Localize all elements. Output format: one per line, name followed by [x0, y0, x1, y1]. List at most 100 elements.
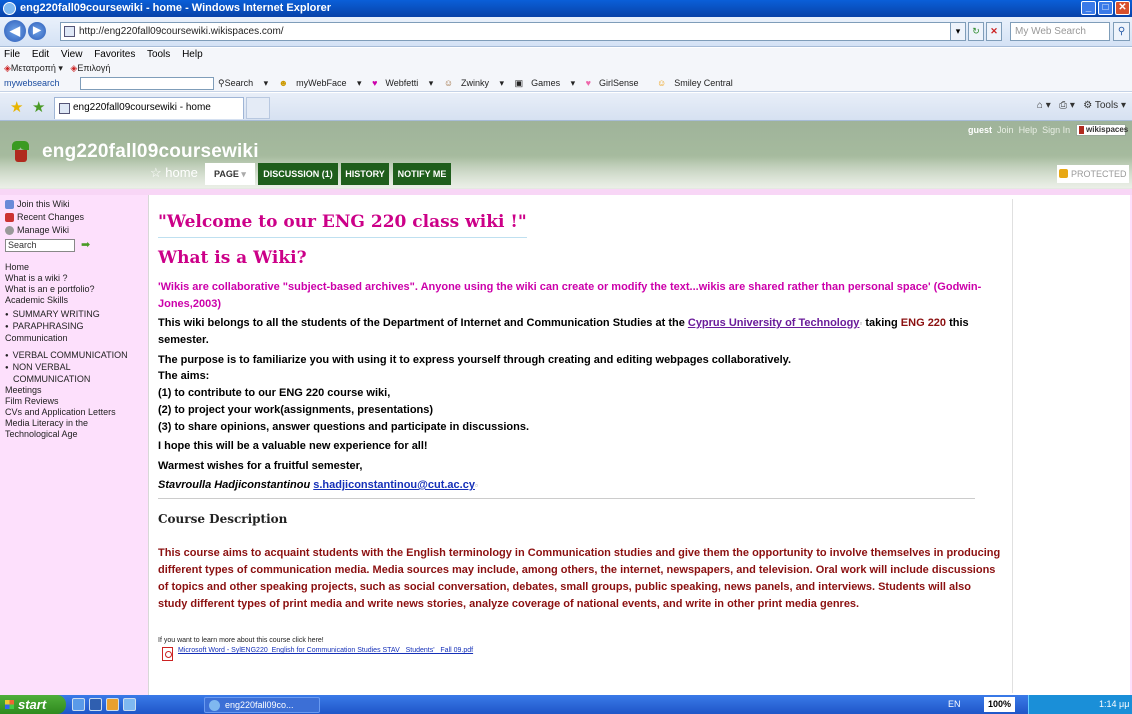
print-icon[interactable]: ⎙ ▾	[1059, 100, 1075, 111]
windows-logo-icon	[5, 700, 14, 709]
belongs-paragraph: This wiki belongs to all the students of…	[158, 317, 969, 346]
windows-taskbar: start eng220fall09co... EN 100% 1:14 μμ	[0, 695, 1132, 714]
sidebar-search-input[interactable]: Search	[5, 239, 75, 252]
tab-discussion[interactable]: DISCUSSION (1)	[258, 163, 338, 185]
add-favorite-icon[interactable]: ★	[32, 98, 45, 116]
menu-view[interactable]: View	[61, 49, 83, 60]
command-bar: ⌂ ▾ ⎙ ▾ ⚙ Tools ▾	[1037, 100, 1126, 111]
menu-edit[interactable]: Edit	[32, 49, 49, 60]
forward-button[interactable]: ▶	[28, 22, 46, 40]
outlook-icon[interactable]	[106, 698, 119, 711]
sidebar-link-home[interactable]: Home	[5, 262, 148, 273]
hope-text: I hope this will be a valuable new exper…	[158, 440, 428, 452]
start-button[interactable]: start	[0, 695, 66, 714]
gear-icon	[5, 226, 14, 235]
toolbar-link-mywebface[interactable]: ☻ myWebFace ▾	[279, 78, 362, 88]
wikispaces-plant-icon	[12, 139, 30, 163]
course-description-text: This course aims to acquaint students wi…	[158, 547, 1001, 610]
tab-bar: ★ ★ eng220fall09coursewiki - home ⌂ ▾ ⎙ …	[0, 93, 1132, 121]
convert-button[interactable]: ◈Μετατροπή ▾	[4, 63, 63, 73]
stop-icon[interactable]: ✕	[986, 22, 1002, 41]
sidebar-link-film-reviews[interactable]: Film Reviews	[5, 396, 148, 407]
scrollbar[interactable]	[1117, 199, 1130, 694]
menu-help[interactable]: Help	[182, 49, 203, 60]
toolbar-link-smiley-central[interactable]: ☺ Smiley Central	[657, 78, 741, 88]
learn-more-text: If you want to learn more about this cou…	[158, 637, 324, 644]
new-tab-button[interactable]	[246, 97, 270, 119]
syllabus-pdf-link[interactable]: Microsoft Word - SylENG220_English for C…	[178, 647, 473, 654]
author-line: Stavroulla Hadjiconstantinou s.hadjicons…	[158, 479, 478, 491]
search-go-arrow-icon[interactable]: ➡	[81, 240, 90, 251]
lock-icon	[1059, 169, 1068, 178]
zoom-level[interactable]: 100%	[984, 697, 1016, 712]
menu-bar: File Edit View Favorites Tools Help	[0, 48, 1132, 62]
clock: 1:14 μμ	[1099, 699, 1130, 709]
browser-icon[interactable]	[123, 698, 136, 711]
aim-3: (3) to share opinions, answer questions …	[158, 421, 530, 433]
page-icon	[59, 103, 70, 114]
mywebsearch-toolbar: mywebsearch ⚲Search ▾ ☻ myWebFace ▾ ♥ Webf…	[0, 75, 1132, 92]
ie-icon	[3, 2, 16, 15]
sidebar-link-communication[interactable]: Communication	[5, 333, 148, 344]
refresh-icon[interactable]: ↻	[968, 22, 984, 41]
toolbar-link-games[interactable]: ▣ Games ▾	[515, 78, 576, 88]
purpose-text: The purpose is to familiarize you with u…	[158, 354, 792, 366]
sidebar-link-meetings[interactable]: Meetings	[5, 385, 148, 396]
user-icon	[5, 200, 14, 209]
sidebar-manage-wiki[interactable]: Manage Wiki	[5, 225, 148, 236]
web-search-input[interactable]: My Web Search	[1010, 22, 1110, 41]
tab-notify-me[interactable]: NOTIFY ME	[393, 163, 451, 185]
pdf-icon	[162, 647, 173, 661]
menu-favorites[interactable]: Favorites	[94, 49, 135, 60]
sidebar-recent-changes[interactable]: Recent Changes	[5, 212, 148, 223]
sidebar-link-cvs[interactable]: CVs and Application Letters	[5, 407, 148, 418]
page-icon	[64, 26, 75, 37]
language-indicator[interactable]: EN	[948, 695, 961, 714]
maximize-button[interactable]: □	[1098, 1, 1113, 15]
tab-home[interactable]: ☆ home	[150, 165, 198, 181]
sidebar-join[interactable]: Join this Wiki	[5, 199, 148, 210]
taskbar-ie-window[interactable]: eng220fall09co...	[204, 697, 320, 713]
select-button[interactable]: ◈Επιλογή	[70, 63, 110, 73]
browser-tab-home[interactable]: eng220fall09coursewiki - home	[54, 97, 244, 119]
toolbar-link-webfetti[interactable]: ♥ Webfetti ▾	[372, 78, 433, 88]
aims-label: The aims:	[158, 370, 210, 382]
email-link[interactable]: s.hadjiconstantinou@cut.ac.cy	[313, 479, 475, 491]
sidebar-link-paraphrasing[interactable]: PARAPHRASING	[5, 321, 148, 333]
minimize-button[interactable]: _	[1081, 1, 1096, 15]
tools-menu[interactable]: ⚙ Tools ▾	[1083, 100, 1126, 111]
back-button[interactable]: ◀	[4, 20, 26, 42]
menu-tools[interactable]: Tools	[147, 49, 170, 60]
sidebar-link-verbal[interactable]: VERBAL COMMUNICATION	[5, 350, 148, 362]
sidebar: Join this Wiki Recent Changes Manage Wik…	[0, 195, 148, 695]
wiki-title[interactable]: eng220fall09coursewiki	[42, 141, 259, 163]
address-field[interactable]: http://eng220fall09coursewiki.wikispaces…	[60, 22, 960, 41]
search-icon[interactable]: ⚲	[1113, 22, 1130, 41]
sidebar-link-what-is-wiki[interactable]: What is a wiki ?	[5, 273, 148, 284]
sidebar-link-academic-skills[interactable]: Academic Skills	[5, 295, 148, 306]
ie-quicklaunch-icon[interactable]	[72, 698, 85, 711]
home-icon[interactable]: ⌂ ▾	[1037, 100, 1051, 111]
sidebar-link-media-literacy[interactable]: Media Literacy in the Technological Age	[5, 418, 125, 440]
address-dropdown-icon[interactable]: ▾	[950, 22, 966, 41]
help-link[interactable]: Help	[1019, 125, 1038, 135]
favorites-star-icon[interactable]: ★	[10, 98, 23, 116]
tab-page[interactable]: PAGE ▾	[205, 163, 255, 185]
cut-link[interactable]: Cyprus University of Technology	[688, 317, 860, 329]
word-icon[interactable]	[89, 698, 102, 711]
aim-2: (2) to project your work(assignments, pr…	[158, 404, 434, 416]
join-link[interactable]: Join	[997, 125, 1014, 135]
wikispaces-badge[interactable]: wikispaces	[1076, 124, 1128, 136]
toolbar-link-girlsense[interactable]: ♥ GirlSense	[586, 78, 647, 88]
sidebar-link-non-verbal[interactable]: NON VERBAL COMMUNICATION	[5, 362, 130, 385]
wiki-tabs: ☆ home PAGE ▾ DISCUSSION (1) HISTORY NOT…	[0, 163, 1132, 185]
mywebsearch-input[interactable]	[80, 77, 214, 90]
sidebar-link-eportfolio[interactable]: What is an e portfolio?	[5, 284, 148, 295]
tab-history[interactable]: HISTORY	[341, 163, 389, 185]
close-button[interactable]: ✕	[1115, 1, 1130, 15]
menu-file[interactable]: File	[4, 49, 20, 60]
sign-in-link[interactable]: Sign In	[1042, 125, 1070, 135]
toolbar-link-zwinky[interactable]: ☺ Zwinky ▾	[444, 78, 504, 88]
sidebar-link-summary-writing[interactable]: SUMMARY WRITING	[5, 309, 148, 321]
toolbar-search-button[interactable]: ⚲Search ▾	[218, 78, 268, 88]
